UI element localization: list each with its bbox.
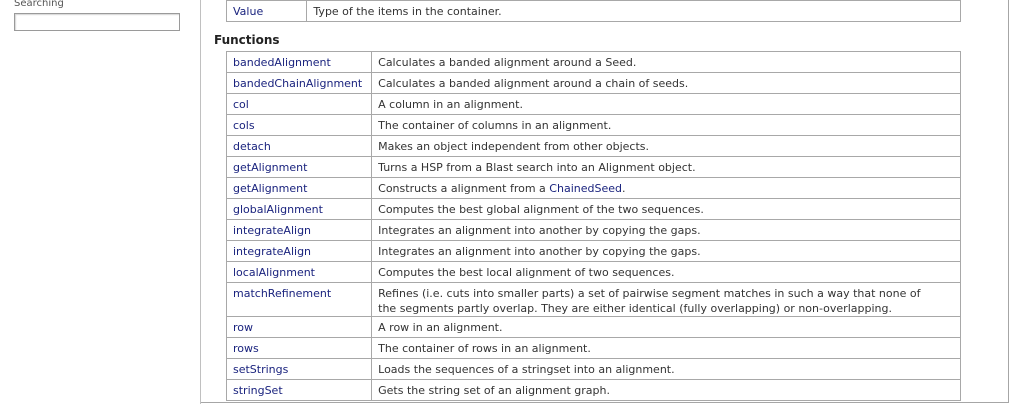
function-link-integrateAlign[interactable]: integrateAlign [233,224,311,237]
description-line: Refines (i.e. cuts into smaller parts) a… [378,287,921,300]
sidebar: Searching [0,0,201,404]
function-description: Constructs a alignment from a ChainedSee… [371,177,961,199]
function-link-globalAlignment[interactable]: globalAlignment [233,203,323,216]
table-row: globalAlignment Computes the best global… [225,198,961,220]
description-text: . [621,182,626,195]
table-row: cols The container of columns in an alig… [225,114,961,136]
type-link-text[interactable]: Value [233,5,263,18]
function-link-stringSet[interactable]: stringSet [233,384,283,397]
function-description: Computes the best global alignment of th… [371,198,961,220]
types-table: Value Type of the items in the container… [225,0,961,22]
function-link-cols[interactable]: cols [233,119,255,132]
function-description: Loads the sequences of a stringset into … [371,358,961,380]
function-link-matchRefinement[interactable]: matchRefinement [233,287,331,300]
table-row: col A column in an alignment. [225,93,961,115]
function-link-rows[interactable]: rows [233,342,259,355]
function-description: Integrates an alignment into another by … [371,240,961,262]
function-description: The container of columns in an alignment… [371,114,961,136]
functions-heading: Functions [214,33,280,47]
function-description: Makes an object independent from other o… [371,135,961,157]
table-row: matchRefinement Refines (i.e. cuts into … [225,282,961,317]
table-row: bandedChainAlignment Calculates a banded… [225,72,961,94]
table-row: bandedAlignment Calculates a banded alig… [225,51,961,73]
function-link-detach[interactable]: detach [233,140,271,153]
function-link-localAlignment[interactable]: localAlignment [233,266,315,279]
function-link-setStrings[interactable]: setStrings [233,363,288,376]
function-description: Integrates an alignment into another by … [371,219,961,241]
function-link-getAlignment[interactable]: getAlignment [233,161,307,174]
chainedseed-link[interactable]: ChainedSeed [549,182,622,195]
function-link-integrateAlign[interactable]: integrateAlign [233,245,311,258]
table-row: rows The container of rows in an alignme… [225,337,961,359]
description-text: Constructs a alignment from a [378,182,550,195]
function-description: Gets the string set of an alignment grap… [371,379,961,401]
function-link-bandedAlignment[interactable]: bandedAlignment [233,56,331,69]
table-row: getAlignment Turns a HSP from a Blast se… [225,156,961,178]
type-description: Type of the items in the container. [306,0,961,22]
searching-label: Searching [14,0,64,9]
functions-table: bandedAlignment Calculates a banded alig… [225,51,961,401]
function-link-row[interactable]: row [233,321,253,334]
type-name-link[interactable]: Value [225,0,308,22]
function-description: A column in an alignment. [371,93,961,115]
table-row: detach Makes an object independent from … [225,135,961,157]
table-row: Value Type of the items in the container… [225,0,961,22]
function-link-bandedChainAlignment[interactable]: bandedChainAlignment [233,77,362,90]
function-link-col[interactable]: col [233,98,249,111]
function-link-getAlignment[interactable]: getAlignment [233,182,307,195]
function-description: Calculates a banded alignment around a S… [371,51,961,73]
function-description: Turns a HSP from a Blast search into an … [371,156,961,178]
table-row: stringSet Gets the string set of an alig… [225,379,961,401]
function-description: Refines (i.e. cuts into smaller parts) a… [371,282,961,317]
description-line: the segments partly overlap. They are ei… [378,302,892,315]
table-row: integrateAlign Integrates an alignment i… [225,240,961,262]
table-row: row A row in an alignment. [225,316,961,338]
function-description: A row in an alignment. [371,316,961,338]
table-row: getAlignment Constructs a alignment from… [225,177,961,199]
search-input[interactable] [14,13,180,31]
function-description: The container of rows in an alignment. [371,337,961,359]
table-row: setStrings Loads the sequences of a stri… [225,358,961,380]
table-row: localAlignment Computes the best local a… [225,261,961,283]
function-description: Computes the best local alignment of two… [371,261,961,283]
table-row: integrateAlign Integrates an alignment i… [225,219,961,241]
function-description: Calculates a banded alignment around a c… [371,72,961,94]
